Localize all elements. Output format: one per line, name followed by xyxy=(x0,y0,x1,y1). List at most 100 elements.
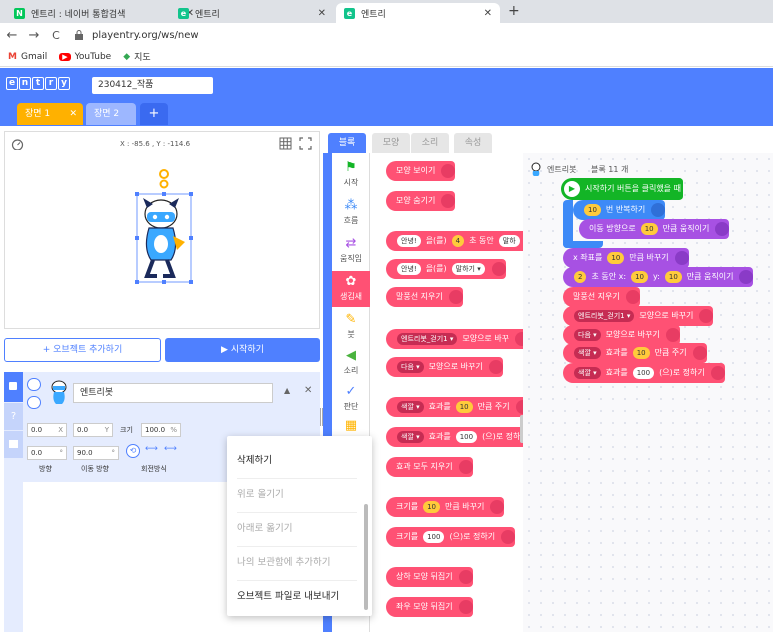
tab-sounds[interactable]: 소리 xyxy=(411,133,449,153)
flip-horizontal-icon[interactable]: ⟷ xyxy=(145,444,158,454)
tab-scene-1[interactable]: 장면 1 ✕ xyxy=(17,103,83,125)
menu-item-add-to-storage[interactable]: 나의 보관함에 추가하기 xyxy=(237,556,357,570)
script-block[interactable]: 2 초 동안 x: 10 y: 10 만큼 움직이기 xyxy=(563,267,754,287)
block-parameter[interactable]: 100 xyxy=(423,531,445,543)
block-parameter[interactable]: 색깔 ▾ xyxy=(574,347,601,359)
tab-blocks[interactable]: 블록 xyxy=(328,133,366,153)
menu-item-move-up[interactable]: 위로 올기기 xyxy=(237,488,357,502)
block-parameter[interactable]: 10 xyxy=(664,271,682,283)
add-object-button[interactable]: + 오브젝트 추가하기 xyxy=(4,338,161,362)
palette-block[interactable]: 상하 모양 뒤집기 xyxy=(386,567,473,587)
tab-shapes[interactable]: 모양 xyxy=(372,133,410,153)
menu-item-export-object[interactable]: 오브젝트 파일로 내보내기 xyxy=(237,590,357,604)
bookmark-gmail[interactable]: M Gmail xyxy=(8,52,47,62)
reload-icon[interactable]: C xyxy=(46,29,66,42)
block-parameter[interactable]: 색깔 ▾ xyxy=(574,367,601,379)
block-parameter[interactable]: 색깔 ▾ xyxy=(397,431,424,443)
palette-block[interactable]: 좌우 모양 뒤집기 xyxy=(386,597,473,617)
block-parameter[interactable]: 다음 ▾ xyxy=(397,361,424,373)
palette-block[interactable]: 다음 ▾ 모양으로 바꾸기 xyxy=(386,357,503,377)
palette-block[interactable]: 크기를 100 (으)로 정하기 xyxy=(386,527,516,547)
category-1[interactable]: ⚑ 시작 xyxy=(332,157,370,193)
script-block[interactable]: 이동 방향으로 10 만큼 움직이기 xyxy=(579,219,730,239)
palette-block[interactable]: 안녕! 을(를) 말하기 ▾ xyxy=(386,259,506,279)
x-input[interactable]: 0.0 X xyxy=(27,423,67,437)
bookmark-youtube[interactable]: ▶ YouTube xyxy=(59,52,111,62)
stage-canvas[interactable]: X : -85.6 , Y : -114.6 xyxy=(4,131,320,329)
category-6[interactable]: ◀ 소리 xyxy=(332,345,370,381)
block-parameter[interactable]: 100 xyxy=(632,367,655,379)
when-start-clicked-block[interactable]: ▶ 시작하기 버튼을 클릭했을 때 xyxy=(561,178,683,200)
close-tab-icon[interactable]: ✕ xyxy=(318,8,326,19)
object-tab[interactable] xyxy=(4,372,23,402)
tab-properties[interactable]: 속성 xyxy=(454,133,492,153)
block-parameter[interactable]: 10 xyxy=(632,347,650,359)
category-4[interactable]: ✿ 생김새 xyxy=(332,271,370,307)
entrybot-sprite[interactable] xyxy=(133,168,197,288)
block-parameter[interactable]: 안녕! xyxy=(397,235,421,247)
palette-block[interactable]: 효과 모두 지우기 xyxy=(386,457,473,477)
palette-block[interactable]: 모양 보이기 xyxy=(386,161,456,181)
block-parameter[interactable]: 10 xyxy=(631,271,648,283)
script-block[interactable]: 엔트리봇_걷기1 ▾ 모양으로 바꾸기 xyxy=(563,306,714,326)
browser-tab-entry-active[interactable]: e 엔트리 ✕ xyxy=(336,3,500,23)
project-name-input[interactable]: 230412_작품 xyxy=(92,77,213,94)
start-button[interactable]: ▶ 시작하기 xyxy=(165,338,320,362)
console-tab[interactable] xyxy=(4,431,23,458)
script-block[interactable]: 말풍선 지우기 xyxy=(563,287,640,307)
move-direction-input[interactable]: 90.0 ° xyxy=(73,446,119,460)
palette-block[interactable]: 색깔 ▾ 효과를 10 만큼 주기 xyxy=(386,397,530,417)
block-workspace[interactable]: 엔트리봇 블록 11 개 ▶ 시작하기 버튼을 클릭했을 때 10 번 반복하기 이동 … xyxy=(523,153,773,632)
no-rotation-icon[interactable]: ⟷ xyxy=(164,444,177,454)
block-parameter[interactable]: 10 xyxy=(455,401,473,413)
entry-logo[interactable]: entry xyxy=(6,77,71,90)
block-parameter[interactable]: 10 xyxy=(607,252,625,264)
close-scene-icon[interactable]: ✕ xyxy=(69,103,77,125)
add-scene-button[interactable]: + xyxy=(140,103,168,125)
block-parameter[interactable]: 4 xyxy=(451,235,465,247)
help-tab-icon[interactable]: ? xyxy=(4,403,23,430)
delete-object-icon[interactable]: ✕ xyxy=(304,385,312,396)
url-field[interactable]: playentry.org/ws/new xyxy=(92,30,199,41)
block-parameter[interactable]: 말하 xyxy=(498,235,520,247)
y-input[interactable]: 0.0 Y xyxy=(73,423,113,437)
visibility-eye-icon[interactable] xyxy=(27,378,41,391)
palette-block[interactable]: 엔트리봇_걷기1 ▾ 모양으로 바꾸 xyxy=(386,329,530,349)
block-parameter[interactable]: 100 xyxy=(455,431,478,443)
script-block[interactable]: 색깔 ▾ 효과를 100 (으)로 정하기 xyxy=(563,363,725,383)
palette-block[interactable]: 말풍선 지우기 xyxy=(386,287,463,307)
menu-item-delete[interactable]: 삭제하기 xyxy=(237,454,357,468)
new-tab-button[interactable]: + xyxy=(508,3,520,19)
block-parameter[interactable]: 색깔 ▾ xyxy=(397,401,424,413)
bookmark-maps[interactable]: ◆ 지도 xyxy=(123,50,150,64)
category-5[interactable]: ✎ 붓 xyxy=(332,309,370,345)
collapse-icon[interactable]: ▲ xyxy=(284,386,290,395)
palette-block[interactable]: 크기를 10 만큼 바꾸기 xyxy=(386,497,505,517)
block-parameter[interactable]: 안녕! xyxy=(397,263,421,275)
size-input[interactable]: 100.0% xyxy=(141,423,181,437)
block-parameter[interactable]: 2 xyxy=(574,271,587,283)
tab-scene-2[interactable]: 장면 2 xyxy=(86,103,136,125)
fullscreen-icon[interactable] xyxy=(299,137,312,150)
rotate-free-icon[interactable]: ⟲ xyxy=(126,444,140,458)
grid-icon[interactable] xyxy=(279,137,292,150)
back-icon[interactable]: ← xyxy=(2,28,22,43)
block-parameter[interactable]: 10 xyxy=(584,204,601,216)
script-block[interactable]: x 좌표를 10 만큼 바꾸기 xyxy=(563,248,689,268)
block-parameter[interactable]: 10 xyxy=(640,223,658,235)
category-7[interactable]: ✓ 판단 xyxy=(332,381,370,417)
script-block[interactable]: 10 번 반복하기 xyxy=(573,200,666,220)
palette-block[interactable]: 안녕! 을(를) 4 초 동안 말하 xyxy=(386,231,538,251)
forward-icon[interactable]: → xyxy=(24,28,44,43)
object-name-input[interactable]: 엔트리봇 xyxy=(73,383,273,403)
palette-block[interactable]: 모양 숨기기 xyxy=(386,191,456,211)
direction-input[interactable]: 0.0 ° xyxy=(27,446,67,460)
lock-toggle-icon[interactable] xyxy=(27,396,41,409)
block-parameter[interactable]: 엔트리봇_걷기1 ▾ xyxy=(574,310,635,322)
block-parameter[interactable]: 엔트리봇_걷기1 ▾ xyxy=(397,333,458,345)
category-2[interactable]: ⁂ 흐름 xyxy=(332,195,370,231)
context-menu-scrollbar[interactable] xyxy=(364,504,368,610)
close-tab-icon[interactable]: ✕ xyxy=(484,8,492,19)
category-3[interactable]: ⇄ 움직임 xyxy=(332,233,370,269)
browser-tab-entry-1[interactable]: e 엔트리 ✕ xyxy=(170,3,334,23)
